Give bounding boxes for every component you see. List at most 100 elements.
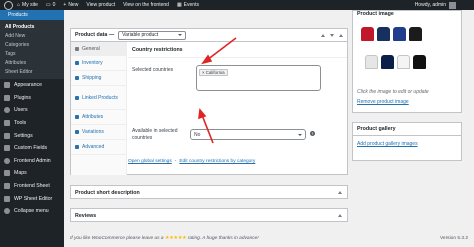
shirt-image xyxy=(393,27,406,41)
open-global-settings-link[interactable]: Open global settings xyxy=(128,159,172,164)
submenu-attributes[interactable]: Attributes xyxy=(0,58,64,67)
submenu-categories[interactable]: Categories xyxy=(0,40,64,49)
sidebar-item-wp-sheet-editor[interactable]: WP Sheet Editor xyxy=(0,192,64,205)
sidebar-item-plugins[interactable]: Plugins xyxy=(0,92,64,105)
collapse-panel-icon[interactable] xyxy=(338,191,342,194)
map-icon xyxy=(4,170,10,177)
brush-icon xyxy=(4,82,10,89)
available-label-line-2: countries xyxy=(132,135,153,141)
available-label: Available in selected xyxy=(132,128,178,134)
remove-product-image-link[interactable]: Remove product image xyxy=(357,99,409,105)
section-divider xyxy=(128,57,347,58)
submenu-sheet-editor[interactable]: Sheet Editor xyxy=(0,67,64,76)
collapse-icon xyxy=(4,208,10,215)
product-data-header: Product data — Variable product xyxy=(71,29,347,42)
admin-bar-events[interactable]: ▦ Events xyxy=(173,0,203,10)
admin-footer: If you like WooCommerce please leave us … xyxy=(70,236,468,241)
sidebar-item-settings[interactable]: Settings xyxy=(0,129,64,142)
move-down-icon[interactable] xyxy=(330,33,334,37)
collapse-panel-icon[interactable] xyxy=(339,33,343,37)
truck-icon xyxy=(75,76,79,80)
reviews-panel[interactable]: Reviews xyxy=(70,208,348,222)
admin-sidebar: Products All Products Add New Categories… xyxy=(0,10,64,247)
products-submenu: All Products Add New Categories Tags Att… xyxy=(0,20,64,79)
frontend-admin-icon xyxy=(4,157,10,164)
tab-shipping[interactable]: Shipping xyxy=(71,71,126,86)
collapse-panel-icon[interactable] xyxy=(338,214,342,217)
reviews-title: Reviews xyxy=(75,213,97,219)
remove-token-icon[interactable]: × xyxy=(202,70,205,75)
rating-stars-link[interactable]: ★★★★★ xyxy=(165,236,187,241)
selected-countries-label: Selected countries xyxy=(132,67,174,73)
calendar-icon: ▦ xyxy=(176,2,182,8)
product-data-title: Product data — xyxy=(75,32,115,38)
gear-icon xyxy=(75,145,79,149)
main-content: Product data — Variable product General … xyxy=(64,10,474,247)
product-image[interactable] xyxy=(357,21,457,87)
submenu-all-products[interactable]: All Products xyxy=(0,22,64,31)
help-icon[interactable]: ? xyxy=(310,131,315,136)
sidebar-item-appearance[interactable]: Appearance xyxy=(0,79,64,92)
product-type-select[interactable]: Variable product xyxy=(118,30,187,40)
wrench-icon xyxy=(4,120,10,127)
wordpress-logo-icon[interactable] xyxy=(4,0,13,10)
sidebar-item-tools[interactable]: Tools xyxy=(0,117,64,130)
sidebar-item-products[interactable]: Products xyxy=(0,10,64,20)
chevron-down-icon xyxy=(178,34,183,36)
tab-variations[interactable]: Variations xyxy=(71,125,126,140)
home-icon: ⌂ xyxy=(17,2,21,8)
shirt-image xyxy=(381,55,394,69)
shirt-image xyxy=(397,55,410,69)
tab-advanced[interactable]: Advanced xyxy=(71,140,126,155)
short-description-title: Product short description xyxy=(75,190,140,196)
sidebar-item-frontend-sheet[interactable]: Frontend Sheet xyxy=(0,180,64,193)
available-in-countries-select[interactable]: No xyxy=(190,129,306,140)
selected-countries-field[interactable]: × California xyxy=(196,65,321,91)
restriction-links: Open global settings - Edit country rest… xyxy=(128,159,255,164)
admin-bar-new[interactable]: + New xyxy=(59,0,82,10)
country-token[interactable]: × California xyxy=(199,69,228,76)
version-label: Version 5.3.2 xyxy=(439,236,468,241)
admin-bar-view-product[interactable]: View product xyxy=(82,0,119,10)
link-icon xyxy=(75,95,79,100)
tab-linked-products[interactable]: Linked Products xyxy=(71,86,126,110)
users-icon xyxy=(4,107,10,114)
plug-icon xyxy=(4,94,10,101)
submenu-tags[interactable]: Tags xyxy=(0,49,64,58)
admin-bar-site[interactable]: ⌂ My site xyxy=(13,0,42,10)
list-icon xyxy=(75,115,79,119)
admin-bar-view-frontend[interactable]: View on the frontend xyxy=(119,0,173,10)
image-edit-hint: Click the image to edit or update xyxy=(357,89,429,95)
tab-attributes[interactable]: Attributes xyxy=(71,110,126,125)
country-restrictions-section: Country restrictions Selected countries … xyxy=(128,42,347,175)
footer-thanks: If you like WooCommerce please leave us … xyxy=(70,236,259,241)
sidebar-item-frontend-admin[interactable]: Frontend Admin xyxy=(0,155,64,168)
admin-bar-account[interactable]: Howdy, admin xyxy=(415,1,474,9)
sidebar-item-users[interactable]: Users xyxy=(0,104,64,117)
short-description-panel[interactable]: Product short description xyxy=(70,185,348,199)
shirt-image xyxy=(365,55,378,69)
tab-inventory[interactable]: Inventory xyxy=(71,56,126,71)
admin-bar-comments[interactable]: ▭ 0 xyxy=(42,0,60,10)
product-image-panel: Product image Click the image to edit or… xyxy=(352,10,462,113)
sheet-editor-icon xyxy=(4,195,10,202)
product-data-panel: Product data — Variable product General … xyxy=(70,28,348,175)
section-title: Country restrictions xyxy=(132,47,183,53)
sidebar-item-custom-fields[interactable]: Custom Fields xyxy=(0,142,64,155)
settings-icon xyxy=(4,132,10,139)
shirt-image xyxy=(409,27,422,41)
submenu-add-new[interactable]: Add New xyxy=(0,31,64,40)
sidebar-item-maps[interactable]: Maps xyxy=(0,167,64,180)
shirt-image xyxy=(377,27,390,41)
tab-general[interactable]: General xyxy=(71,42,126,56)
wrench-icon xyxy=(75,46,79,51)
edit-restrictions-by-category-link[interactable]: Edit country restrictions by category xyxy=(179,159,255,164)
inventory-icon xyxy=(75,61,79,65)
collapse-menu-button[interactable]: Collapse menu xyxy=(0,205,64,218)
panel-controls xyxy=(321,33,343,37)
add-gallery-images-link[interactable]: Add product gallery images xyxy=(357,141,418,147)
chevron-down-icon xyxy=(298,133,302,136)
fields-icon xyxy=(4,145,10,152)
product-image-title: Product image xyxy=(357,11,394,17)
move-up-icon[interactable] xyxy=(321,33,325,37)
